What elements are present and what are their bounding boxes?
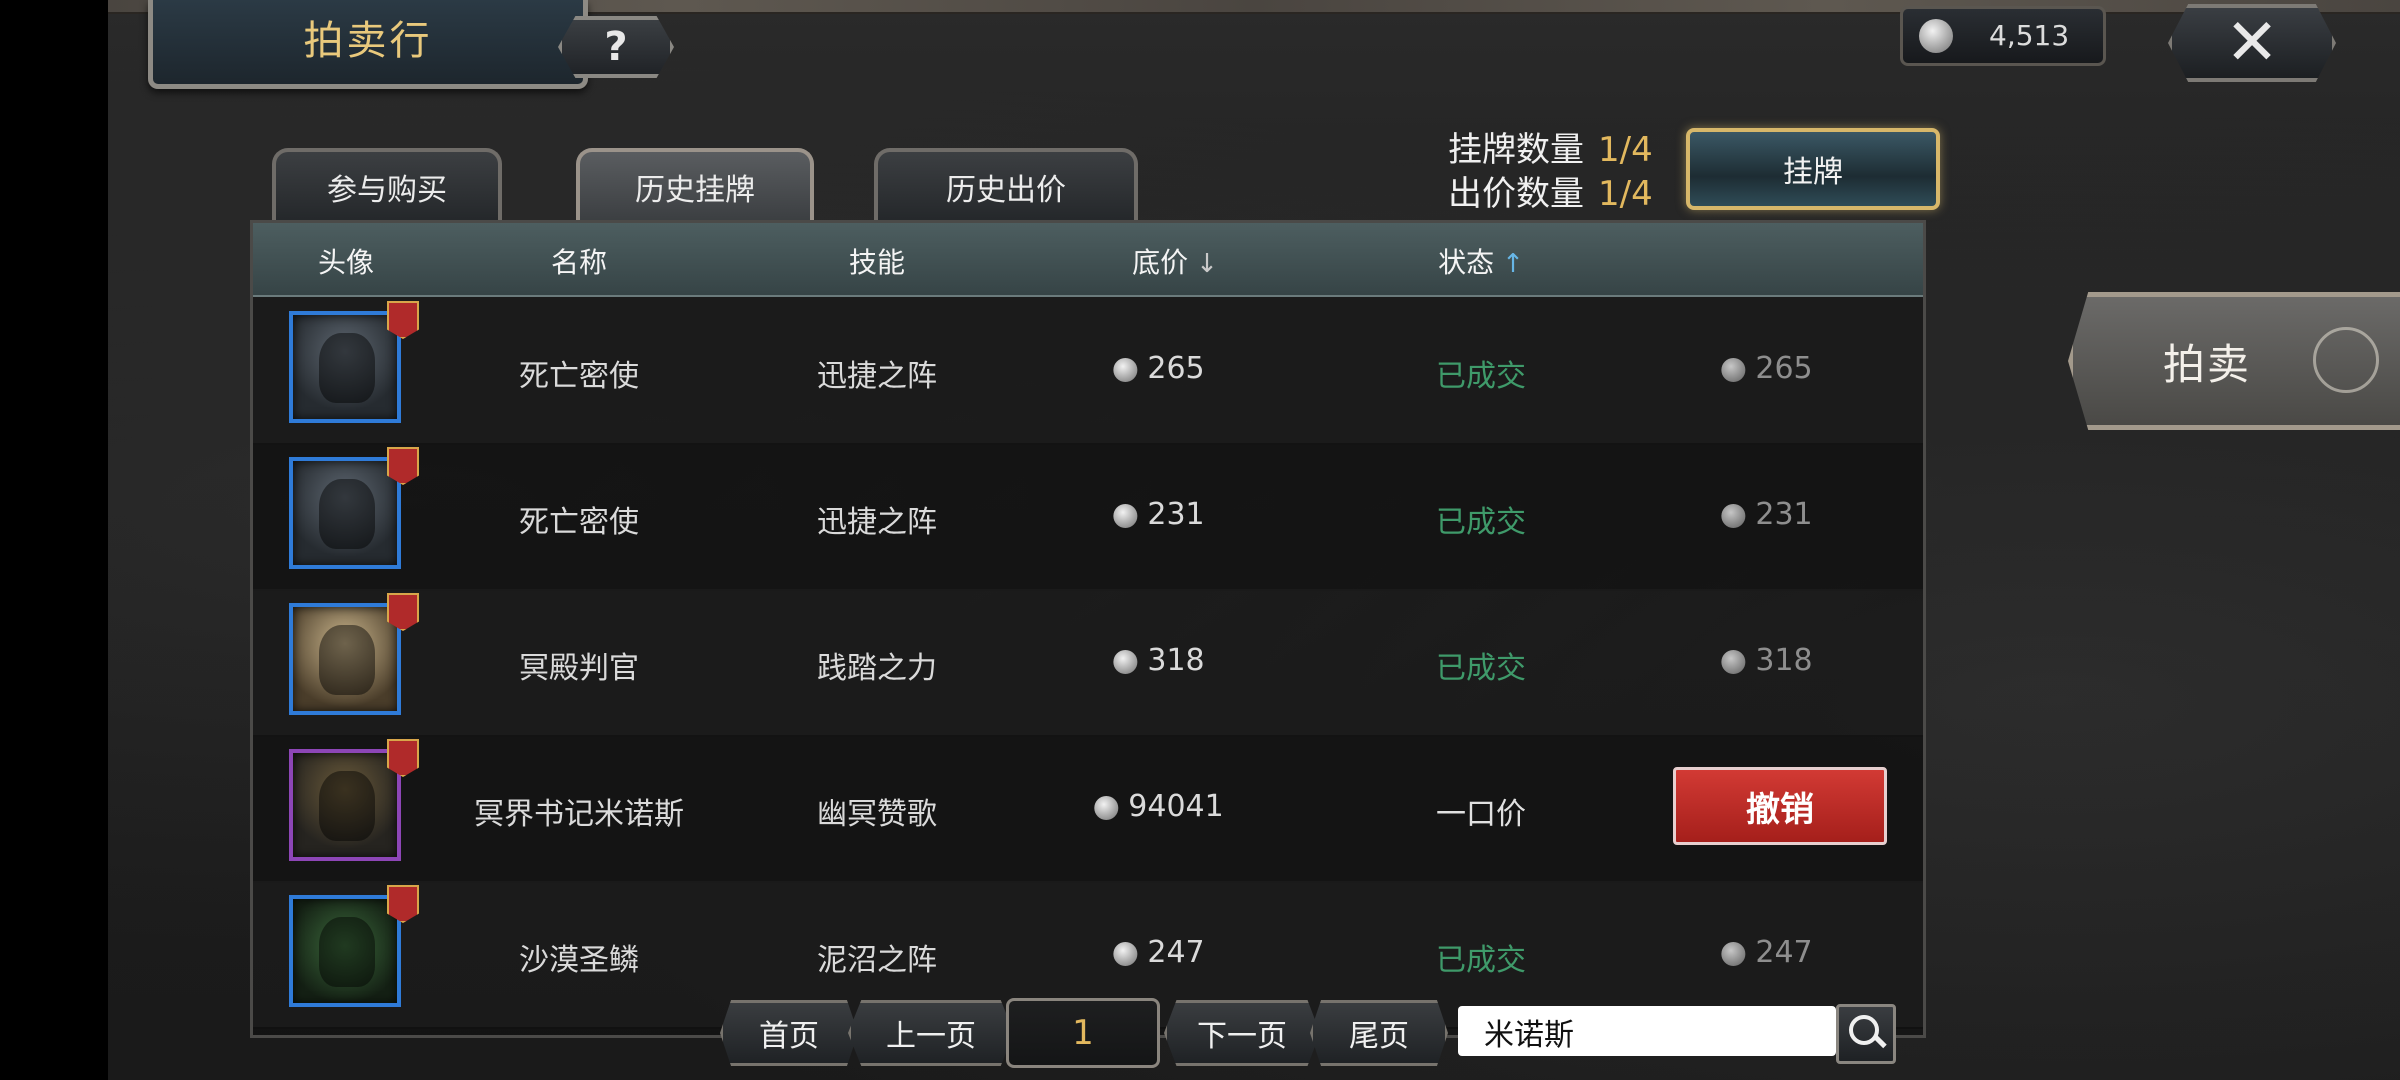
header-price-label: 底价 xyxy=(1132,246,1189,279)
list-item-button[interactable]: 挂牌 xyxy=(1686,128,1940,210)
listing-count-value: 1/4 xyxy=(1598,130,1653,170)
silver-coin-icon xyxy=(1721,941,1746,966)
auction-side-button[interactable]: 拍卖 xyxy=(2068,292,2400,430)
table-header: 头像 名称 技能 底价 ↓ 状态 ↑ xyxy=(253,223,1923,297)
search-field[interactable] xyxy=(1458,1006,1846,1058)
row-name: 死亡密使 xyxy=(519,359,639,394)
row-status: 一口价 xyxy=(1436,797,1526,832)
last-page-button[interactable]: 尾页 xyxy=(1310,1000,1448,1066)
tab-participate-buy[interactable]: 参与购买 xyxy=(272,148,502,222)
row-skill: 迅捷之阵 xyxy=(817,505,937,540)
row-price-value: 265 xyxy=(1147,351,1205,386)
row-final-value: 318 xyxy=(1755,643,1813,678)
search-icon-handle xyxy=(1873,1034,1887,1049)
row-skill: 迅捷之阵 xyxy=(817,359,937,394)
table-row[interactable]: 死亡密使 迅捷之阵 265 已成交 265 xyxy=(253,297,1923,445)
page-number[interactable]: 1 xyxy=(1006,998,1160,1068)
silver-coin-icon xyxy=(1721,503,1746,528)
prev-page-button[interactable]: 上一页 xyxy=(848,1000,1014,1066)
row-price-value: 318 xyxy=(1147,643,1205,678)
silver-coin-icon xyxy=(1094,795,1119,820)
row-final-value: 247 xyxy=(1755,935,1813,970)
sort-down-icon: ↓ xyxy=(1196,249,1218,279)
first-page-button[interactable]: 首页 xyxy=(720,1000,858,1066)
row-name: 冥殿判官 xyxy=(519,651,639,686)
header-skill[interactable]: 技能 xyxy=(849,241,905,281)
row-price-value: 231 xyxy=(1147,497,1205,532)
row-price: 231 xyxy=(1113,497,1205,532)
row-name: 死亡密使 xyxy=(519,505,639,540)
row-price: 247 xyxy=(1113,935,1205,970)
auction-side-label: 拍卖 xyxy=(2163,340,2252,389)
row-price: 94041 xyxy=(1094,789,1224,824)
hero-avatar[interactable] xyxy=(289,749,401,861)
tab-history-listing[interactable]: 历史挂牌 xyxy=(576,148,814,222)
close-icon: ✕ xyxy=(2225,6,2279,80)
row-final-price: 318 xyxy=(1721,643,1813,678)
compass-emblem-icon xyxy=(2313,327,2379,393)
silver-coin-icon xyxy=(1113,503,1138,528)
hero-avatar[interactable] xyxy=(289,457,401,569)
currency-value: 4,513 xyxy=(1989,19,2070,52)
search-button[interactable] xyxy=(1836,1004,1896,1064)
header-name: 名称 xyxy=(550,246,608,279)
row-final-price: 265 xyxy=(1721,351,1813,386)
hero-avatar[interactable] xyxy=(289,895,401,1007)
silver-coin-icon xyxy=(1721,649,1746,674)
sort-up-icon: ↑ xyxy=(1502,249,1524,279)
silver-coin-icon xyxy=(1919,19,1953,53)
row-status: 已成交 xyxy=(1436,359,1526,394)
listing-table: 头像 名称 技能 底价 ↓ 状态 ↑ 死亡密使 迅捷之阵 265 已成交 265 死… xyxy=(250,220,1926,1038)
hero-avatar[interactable] xyxy=(289,603,401,715)
row-final-price: 247 xyxy=(1721,935,1813,970)
row-price: 265 xyxy=(1113,351,1205,386)
row-skill: 幽冥赞歌 xyxy=(817,797,937,832)
table-row[interactable]: 冥殿判官 践踏之力 318 已成交 318 xyxy=(253,589,1923,737)
silver-coin-icon xyxy=(1721,357,1746,382)
header-status[interactable]: 状态 ↑ xyxy=(1438,241,1524,281)
row-skill: 泥沼之阵 xyxy=(817,943,937,978)
row-status: 已成交 xyxy=(1436,505,1526,540)
next-page-button[interactable]: 下一页 xyxy=(1164,1000,1320,1066)
header-status-label: 状态 xyxy=(1438,246,1495,279)
question-icon: ? xyxy=(604,24,628,70)
bid-count-label: 出价数量 xyxy=(1448,174,1584,214)
auction-house-screen: 拍卖行 ? 4,513 ✕ 参与购买 历史挂牌 历史出价 挂牌数量 1/4 出价数… xyxy=(108,0,2400,1080)
bid-count-value: 1/4 xyxy=(1598,174,1653,214)
hero-avatar[interactable] xyxy=(289,311,401,423)
hero-portrait xyxy=(319,479,375,549)
help-button[interactable]: ? xyxy=(558,16,674,78)
row-final-price: 231 xyxy=(1721,497,1813,532)
header-price[interactable]: 底价 ↓ xyxy=(1132,241,1218,281)
cancel-listing-button[interactable]: 撤销 xyxy=(1673,767,1887,845)
table-row[interactable]: 冥界书记米诺斯 幽冥赞歌 94041 一口价 撤销 xyxy=(253,735,1923,883)
row-final-value: 231 xyxy=(1755,497,1813,532)
search-input[interactable] xyxy=(1458,1006,1846,1058)
row-price-value: 247 xyxy=(1147,935,1205,970)
currency-display: 4,513 xyxy=(1900,6,2106,66)
close-button[interactable]: ✕ xyxy=(2168,4,2336,82)
hero-portrait xyxy=(319,333,375,403)
header-avatar: 头像 xyxy=(317,246,375,279)
row-price: 318 xyxy=(1113,643,1205,678)
title-plate: 拍卖行 xyxy=(148,0,588,89)
row-name: 冥界书记米诺斯 xyxy=(474,797,684,832)
row-skill: 践踏之力 xyxy=(817,651,937,686)
row-name: 沙漠圣鳞 xyxy=(519,943,639,978)
row-status: 已成交 xyxy=(1436,651,1526,686)
tab-history-bid[interactable]: 历史出价 xyxy=(874,148,1138,222)
row-status: 已成交 xyxy=(1436,943,1526,978)
hero-portrait xyxy=(319,625,375,695)
listing-count-label: 挂牌数量 xyxy=(1448,130,1584,170)
hero-portrait xyxy=(319,771,375,841)
silver-coin-icon xyxy=(1113,649,1138,674)
table-row[interactable]: 死亡密使 迅捷之阵 231 已成交 231 xyxy=(253,443,1923,591)
row-price-value: 94041 xyxy=(1128,789,1224,824)
silver-coin-icon xyxy=(1113,357,1138,382)
hero-portrait xyxy=(319,917,375,987)
page-title: 拍卖行 xyxy=(303,18,433,64)
silver-coin-icon xyxy=(1113,941,1138,966)
row-final-value: 265 xyxy=(1755,351,1813,386)
